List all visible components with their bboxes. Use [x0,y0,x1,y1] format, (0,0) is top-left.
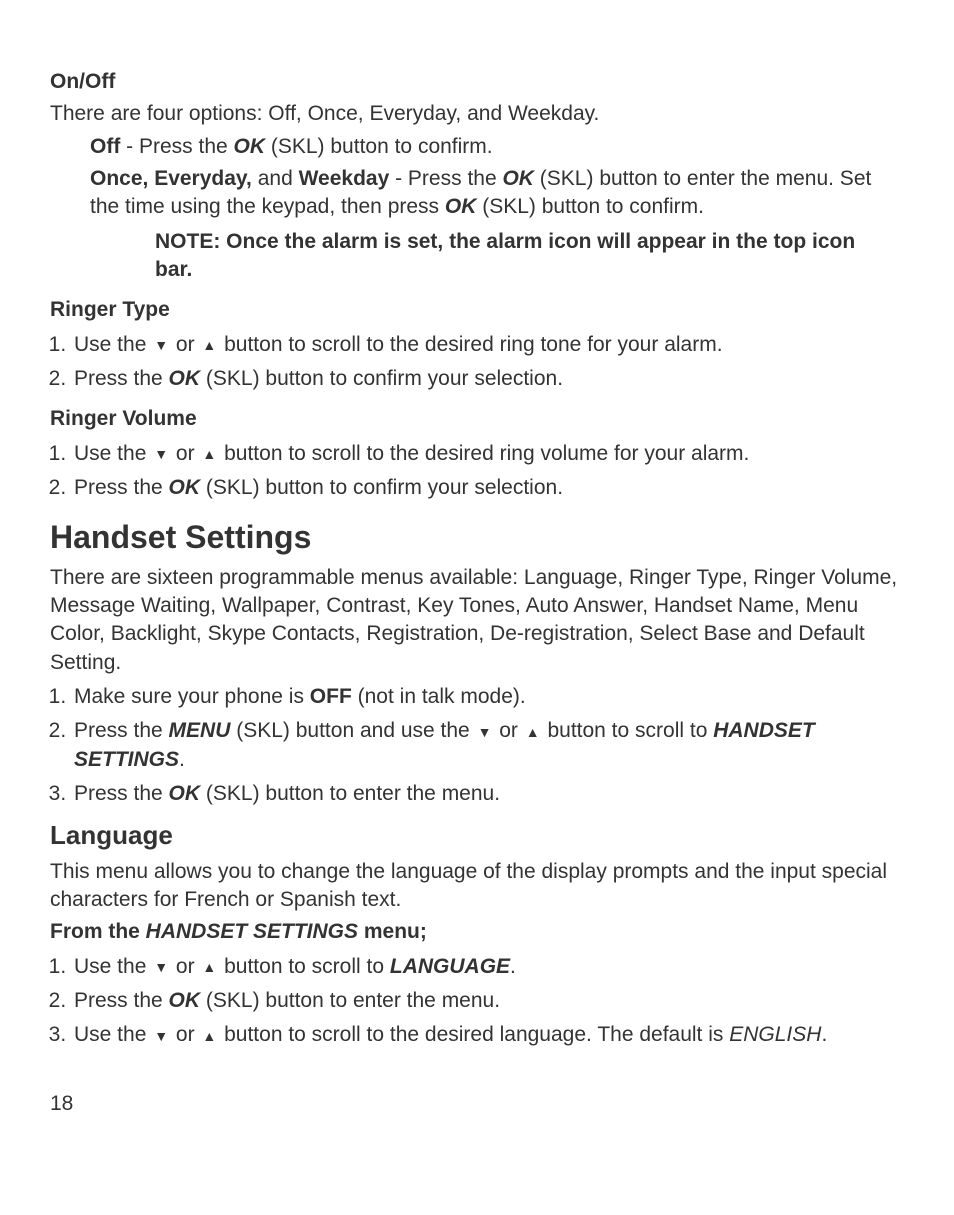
ok-text: OK [169,989,201,1012]
onoff-heading: On/Off [50,68,904,96]
chevron-down-icon: ▼ [152,1029,170,1043]
from-handset-line: From the HANDSET SETTINGS menu; [50,918,904,946]
ok-text: OK [169,476,201,499]
language-word: LANGUAGE [390,955,510,978]
chevron-down-icon: ▼ [152,447,170,461]
once-line: Once, Everyday, and Weekday - Press the … [50,165,904,222]
list-item: Make sure your phone is OFF (not in talk… [72,683,904,711]
ok-text: OK [445,195,477,218]
list-item: Press the OK (SKL) button to enter the m… [72,987,904,1015]
onoff-section: On/Off There are four options: Off, Once… [50,68,904,284]
weekday-label: Weekday [299,167,390,190]
off-state: OFF [310,685,352,708]
onoff-intro: There are four options: Off, Once, Every… [50,100,904,128]
chevron-down-icon: ▼ [152,338,170,352]
once-label: Once, Everyday, [90,167,252,190]
off-line: Off - Press the OK (SKL) button to confi… [50,133,904,161]
language-intro: This menu allows you to change the langu… [50,858,904,915]
list-item: Use the ▼ or ▲ button to scroll to the d… [72,331,904,359]
chevron-up-icon: ▲ [200,338,218,352]
ok-text: OK [169,782,201,805]
chevron-down-icon: ▼ [476,725,494,739]
chevron-up-icon: ▲ [200,447,218,461]
ringer-type-section: Ringer Type Use the ▼ or ▲ button to scr… [50,296,904,393]
page-number: 18 [50,1090,904,1118]
english-word: ENGLISH [729,1023,821,1046]
list-item: Use the ▼ or ▲ button to scroll to the d… [72,1021,904,1049]
ok-text: OK [169,367,201,390]
chevron-up-icon: ▲ [524,725,542,739]
handset-intro: There are sixteen programmable menus ava… [50,564,904,677]
list-item: Press the MENU (SKL) button and use the … [72,717,904,774]
off-label: Off [90,135,120,158]
list-item: Press the OK (SKL) button to enter the m… [72,780,904,808]
menu-text: MENU [169,719,231,742]
list-item: Use the ▼ or ▲ button to scroll to the d… [72,440,904,468]
list-item: Use the ▼ or ▲ button to scroll to LANGU… [72,953,904,981]
ringer-volume-section: Ringer Volume Use the ▼ or ▲ button to s… [50,405,904,502]
list-item: Press the OK (SKL) button to confirm you… [72,365,904,393]
chevron-up-icon: ▲ [200,1029,218,1043]
ok-text: OK [502,167,534,190]
alarm-note: NOTE: Once the alarm is set, the alarm i… [50,228,904,285]
chevron-up-icon: ▲ [200,960,218,974]
ringer-volume-heading: Ringer Volume [50,405,904,433]
language-heading: Language [50,818,904,853]
list-item: Press the OK (SKL) button to confirm you… [72,474,904,502]
ok-text: OK [234,135,266,158]
ringer-type-heading: Ringer Type [50,296,904,324]
handset-settings-heading: Handset Settings [50,516,904,559]
chevron-down-icon: ▼ [152,960,170,974]
